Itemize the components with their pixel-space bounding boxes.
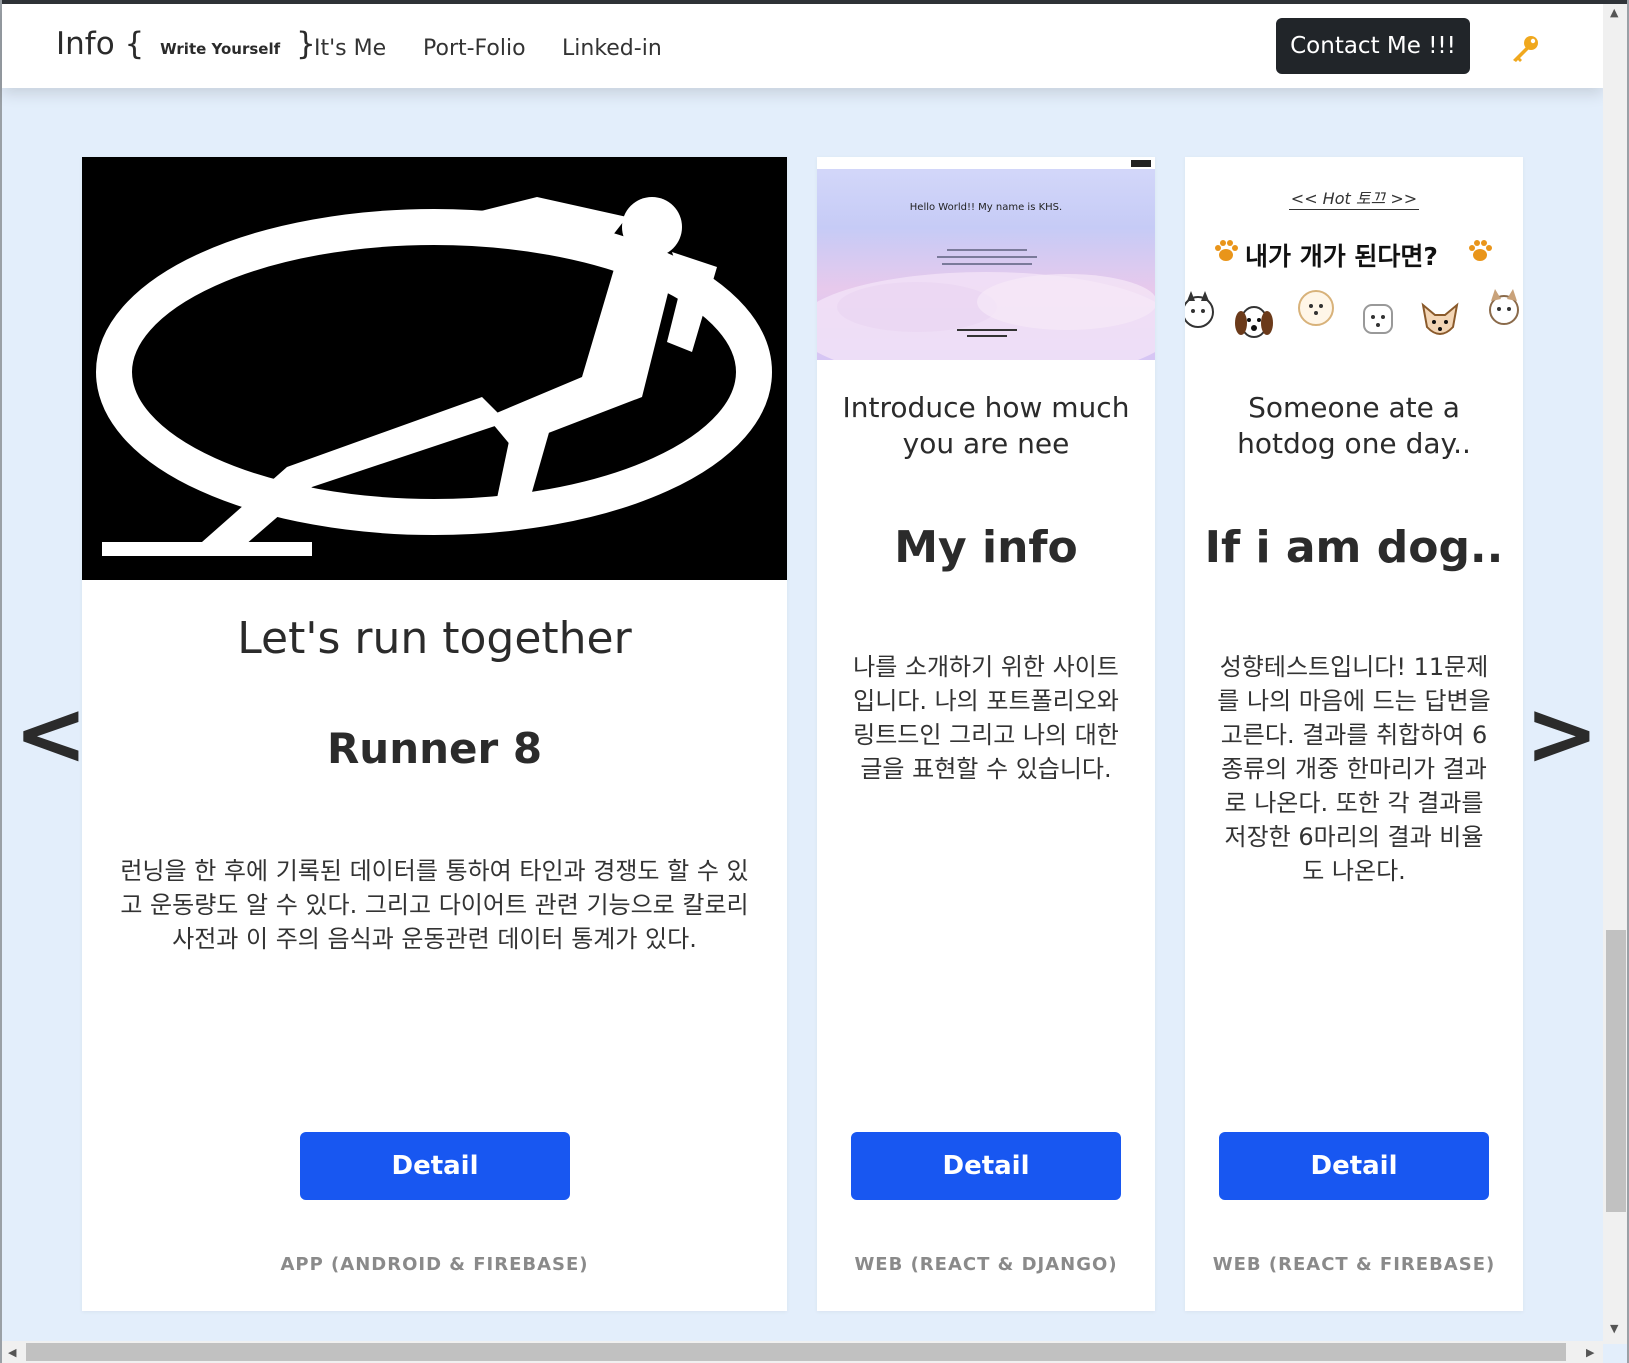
nav-link-its-me[interactable]: It's Me: [314, 36, 386, 61]
brand-open-brace: {: [124, 26, 145, 62]
brand-main: Info: [56, 26, 115, 62]
contact-me-button[interactable]: Contact Me !!!: [1276, 18, 1470, 74]
preview-underline: [1289, 209, 1419, 210]
detail-button[interactable]: Detail: [1219, 1132, 1489, 1200]
preview-title: 내가 개가 된다면?: [1245, 242, 1438, 271]
carousel-prev-arrow[interactable]: <: [14, 690, 88, 778]
scroll-down-icon[interactable]: ▼: [1610, 1322, 1618, 1335]
card-title: My info: [894, 522, 1078, 573]
card-tech-stack: WEB (REACT & FIREBASE): [1212, 1254, 1496, 1275]
card-title: If i am dog..: [1204, 522, 1504, 573]
my-info-preview-image: Hello World!! My name is KHS.: [817, 157, 1155, 360]
nav-link-linkedin[interactable]: Linked-in: [562, 36, 662, 61]
project-card-dog: << Hot 토끄 >> 내가 개가 된다면? Someone ate a ho…: [1185, 157, 1523, 1311]
nav-link-portfolio[interactable]: Port-Folio: [423, 36, 526, 61]
card-description: 성향테스트입니다! 11문제를 나의 마음에 드는 답변을 고른다. 결과를 취…: [1217, 653, 1491, 885]
dog-husky-icon: [1185, 291, 1214, 328]
scroll-right-icon[interactable]: ▶: [1586, 1346, 1594, 1359]
dog-test-preview-image: << Hot 토끄 >> 내가 개가 된다면?: [1185, 157, 1523, 360]
paw-icon: [1467, 239, 1493, 263]
brand-close-brace: }: [296, 26, 316, 62]
card-subtitle: Introduce how much you are nee: [842, 391, 1130, 460]
card-subtitle: Someone ate a hotdog one day..: [1237, 391, 1471, 460]
detail-button[interactable]: Detail: [300, 1132, 570, 1200]
dog-beagle-icon: [1235, 306, 1273, 338]
card-subtitle: Let's run together: [237, 613, 632, 664]
card-tech-stack: WEB (REACT & DJANGO): [854, 1254, 1118, 1275]
navbar: Info { Write Yourself } It's Me Port-Fol…: [2, 4, 1603, 88]
card-title: Runner 8: [326, 724, 543, 773]
card-description: 런닝을 한 후에 기록된 데이터를 통하여 타인과 경쟁도 할 수 있고 운동량…: [120, 857, 749, 953]
paw-icon: [1213, 239, 1239, 263]
preview-tag: << Hot 토끄 >>: [1290, 189, 1418, 208]
brand-logo[interactable]: Info { Write Yourself }: [56, 26, 316, 62]
key-icon[interactable]: [1508, 34, 1542, 64]
card-tech-stack: APP (ANDROID & FIREBASE): [280, 1254, 589, 1275]
scroll-left-icon[interactable]: ◀: [8, 1346, 16, 1359]
dog-corgi-icon: [1489, 289, 1519, 325]
project-card-my-info: Hello World!! My name is KHS. Introduce …: [817, 157, 1155, 1311]
detail-button[interactable]: Detail: [851, 1132, 1121, 1200]
card-description: 나를 소개하기 위한 사이트입니다. 나의 포트폴리오와 링트드인 그리고 나의…: [853, 653, 1119, 783]
brand-subtitle: Write Yourself: [160, 40, 281, 58]
vertical-scrollbar-thumb[interactable]: [1606, 930, 1626, 1212]
horizontal-scrollbar-thumb[interactable]: [26, 1343, 1566, 1361]
runner-logo-image: [82, 157, 787, 580]
scroll-up-icon[interactable]: ▲: [1610, 6, 1618, 19]
dog-chihuahua-icon: [1421, 302, 1459, 335]
window-left-border: [0, 0, 2, 1363]
dog-schnauzer-icon: [1363, 304, 1393, 334]
carousel-next-arrow[interactable]: >: [1525, 690, 1599, 778]
dog-maltese-icon: [1298, 290, 1334, 326]
project-card-runner: Let's run together Runner 8 런닝을 한 후에 기록된…: [82, 157, 787, 1311]
